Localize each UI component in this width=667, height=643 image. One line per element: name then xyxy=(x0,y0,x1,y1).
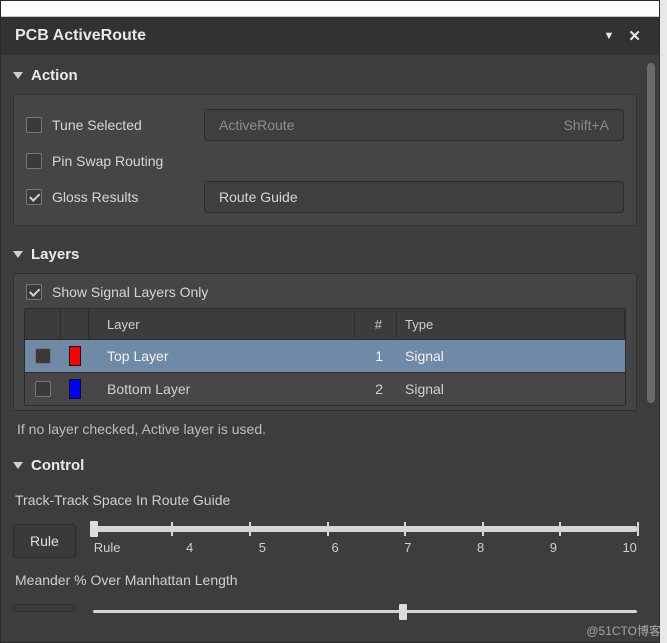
checkbox-show-signal-only[interactable] xyxy=(26,284,42,300)
track-space-value[interactable]: Rule xyxy=(13,524,76,558)
scrollbar-thumb[interactable] xyxy=(647,63,655,403)
track-space-slider-labels: Rule 4 5 6 7 8 9 10 xyxy=(94,540,637,555)
label-meander: Meander % Over Manhattan Length xyxy=(15,572,637,588)
slider-tick-label: Rule xyxy=(94,540,121,555)
panel-body: Action Tune Selected ActiveRoute Shift+A xyxy=(1,55,647,642)
checkbox-pin-swap[interactable] xyxy=(26,153,42,169)
meander-value[interactable] xyxy=(13,604,75,612)
activeroute-shortcut: Shift+A xyxy=(563,117,609,133)
chevron-down-icon xyxy=(13,462,23,469)
layer-name: Bottom Layer xyxy=(89,375,355,403)
chevron-down-icon xyxy=(13,251,23,258)
section-header-layers[interactable]: Layers xyxy=(13,240,637,273)
chevron-down-icon xyxy=(13,72,23,79)
window-chrome-stub xyxy=(1,1,659,17)
layers-table: Layer # Type Top Layer 1 Signal xyxy=(24,308,626,406)
activeroute-button[interactable]: ActiveRoute Shift+A xyxy=(204,109,624,141)
col-header-num[interactable]: # xyxy=(355,311,397,338)
slider-track-track-space: Rule xyxy=(13,524,637,558)
route-guide-button-label: Route Guide xyxy=(219,189,298,205)
panel-title: PCB ActiveRoute xyxy=(15,27,146,45)
section-header-control[interactable]: Control xyxy=(13,451,637,484)
layers-note: If no layer checked, Active layer is use… xyxy=(17,421,635,437)
activeroute-button-label: ActiveRoute xyxy=(219,117,294,133)
section-action: Action Tune Selected ActiveRoute Shift+A xyxy=(13,61,637,226)
table-row[interactable]: Top Layer 1 Signal xyxy=(25,339,625,372)
section-title-action: Action xyxy=(31,67,78,84)
slider-tick-label: 8 xyxy=(477,540,484,555)
section-control: Control Track-Track Space In Route Guide… xyxy=(13,451,637,613)
slider-tick-label: 10 xyxy=(622,540,636,555)
checkbox-layer-row[interactable] xyxy=(35,381,51,397)
col-header-layer[interactable]: Layer xyxy=(89,311,355,338)
col-header-type[interactable]: Type xyxy=(397,311,625,338)
meander-slider-thumb[interactable] xyxy=(399,604,407,620)
section-title-control: Control xyxy=(31,457,84,474)
route-guide-button[interactable]: Route Guide xyxy=(204,181,624,213)
layer-type: Signal xyxy=(397,342,625,370)
checkbox-gloss-results[interactable] xyxy=(26,189,42,205)
label-pin-swap: Pin Swap Routing xyxy=(52,153,624,169)
label-track-track-space: Track-Track Space In Route Guide xyxy=(15,492,637,508)
slider-tick-label: 5 xyxy=(259,540,266,555)
slider-tick-label: 9 xyxy=(550,540,557,555)
checkbox-layer-row[interactable] xyxy=(35,348,51,364)
layer-num: 1 xyxy=(355,342,397,370)
pcb-activeroute-panel: PCB ActiveRoute ▼ ✕ Action Tune Selected… xyxy=(0,0,660,643)
label-gloss-results: Gloss Results xyxy=(52,189,194,205)
panel-scrollbar[interactable] xyxy=(647,63,655,634)
layer-color-swatch[interactable] xyxy=(69,379,81,399)
panel-titlebar: PCB ActiveRoute ▼ ✕ xyxy=(1,17,659,55)
label-tune-selected: Tune Selected xyxy=(52,117,194,133)
section-title-layers: Layers xyxy=(31,246,79,263)
panel-dropdown-icon[interactable]: ▼ xyxy=(604,30,615,42)
panel-close-icon[interactable]: ✕ xyxy=(628,27,641,45)
checkbox-tune-selected[interactable] xyxy=(26,117,42,133)
label-show-signal-only: Show Signal Layers Only xyxy=(52,284,626,300)
layer-num: 2 xyxy=(355,375,397,403)
layers-table-header: Layer # Type xyxy=(25,309,625,339)
track-space-slider-track[interactable] xyxy=(94,526,637,532)
meander-slider-track[interactable] xyxy=(93,610,637,613)
slider-meander xyxy=(13,604,637,613)
slider-tick-label: 6 xyxy=(332,540,339,555)
table-row[interactable]: Bottom Layer 2 Signal xyxy=(25,372,625,405)
section-layers: Layers Show Signal Layers Only Layer # xyxy=(13,240,637,437)
layer-name: Top Layer xyxy=(89,342,355,370)
slider-tick-label: 4 xyxy=(186,540,193,555)
slider-tick-label: 7 xyxy=(404,540,411,555)
track-space-slider-thumb[interactable] xyxy=(90,521,98,537)
layer-color-swatch[interactable] xyxy=(69,346,81,366)
layer-type: Signal xyxy=(397,375,625,403)
section-header-action[interactable]: Action xyxy=(13,61,637,94)
